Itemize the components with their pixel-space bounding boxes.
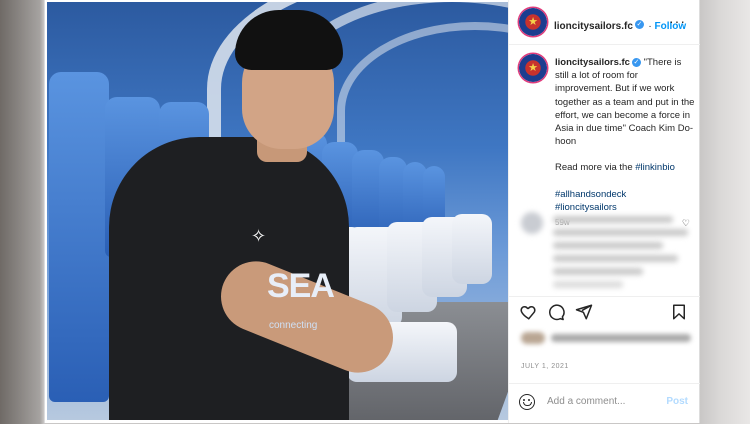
emoji-icon[interactable] <box>519 394 535 410</box>
hashtag-link[interactable]: #allhandsondeck <box>555 188 695 201</box>
puma-logo-icon: ✧ <box>251 226 267 246</box>
linkinbio-link[interactable]: #linkinbio <box>635 162 675 173</box>
blurred-likes <box>521 330 696 346</box>
comment-like-icon[interactable]: ♡ <box>682 218 690 229</box>
shirt-sponsor-subtext: connecting <box>269 320 318 331</box>
lion-crest-icon: ★ <box>528 16 538 28</box>
post-photo[interactable]: ✧ SEA connecting <box>47 2 508 420</box>
caption-avatar[interactable]: ★ <box>519 54 547 82</box>
more-dots-icon[interactable]: ··· <box>669 13 686 29</box>
caption-username[interactable]: lioncitysailors.fc <box>555 57 630 68</box>
read-more-line: Read more via the #linkinbio <box>555 161 695 174</box>
comment-icon[interactable] <box>547 303 565 321</box>
blurred-comment <box>521 210 691 290</box>
header-account: lioncitysailors.fc ✓ · Follow <box>554 16 686 34</box>
lion-crest-icon: ★ <box>528 62 538 74</box>
read-more-text: Read more via the <box>555 162 633 174</box>
heart-icon[interactable] <box>519 303 537 321</box>
dugout-seat-base <box>452 214 492 284</box>
comment-input[interactable] <box>547 396 657 407</box>
post-header: ★ lioncitysailors.fc ✓ · Follow ··· <box>509 0 700 45</box>
caption-text: "There is still a lot of room for improv… <box>555 57 695 148</box>
post-comment-button[interactable]: Post <box>666 396 688 407</box>
coach-hair <box>235 10 343 70</box>
account-username[interactable]: lioncitysailors.fc <box>554 21 633 32</box>
shirt-sponsor-text: SEA <box>267 267 335 305</box>
share-icon[interactable] <box>575 303 593 321</box>
verified-badge-icon: ✓ <box>631 57 641 67</box>
bookmark-icon[interactable] <box>670 303 688 321</box>
comment-bar: Post <box>509 383 700 424</box>
dugout-seat <box>49 72 109 402</box>
post-side-panel: ★ lioncitysailors.fc ✓ · Follow ··· ★ lio… <box>508 0 700 423</box>
verified-badge-icon: ✓ <box>634 20 644 30</box>
account-avatar[interactable]: ★ <box>519 8 547 36</box>
post-caption: lioncitysailors.fc ✓ "There is still a lo… <box>555 56 695 229</box>
post-date: JULY 1, 2021 <box>521 363 569 370</box>
post-action-bar <box>509 296 700 327</box>
instagram-post: ✧ SEA connecting ★ lioncitysailors.fc ✓ ·… <box>44 0 700 423</box>
